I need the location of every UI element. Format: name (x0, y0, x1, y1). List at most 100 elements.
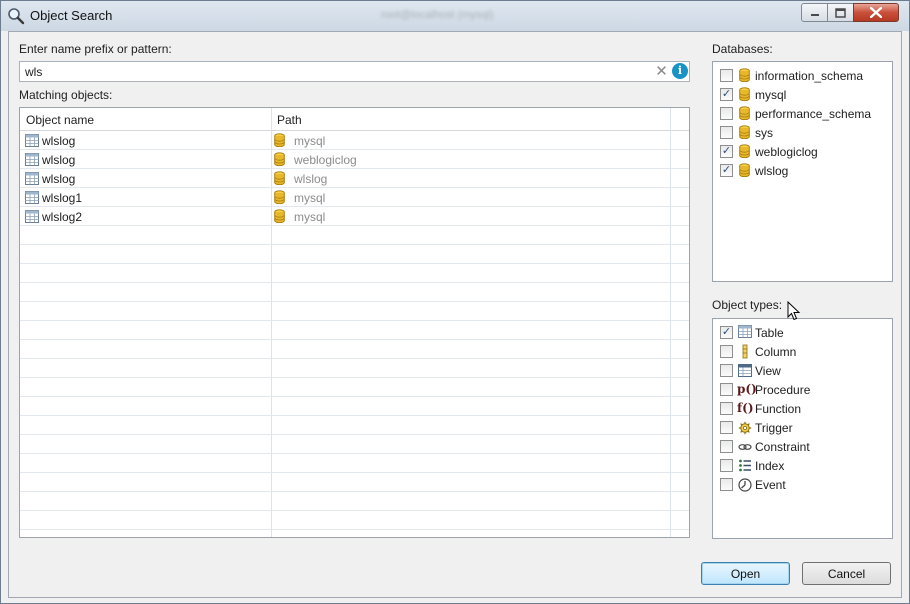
table-row (20, 416, 689, 435)
magnifier-icon (8, 8, 25, 25)
path-cell: weblogiclog (294, 153, 357, 167)
table-row[interactable]: wlslog2 mysql (20, 207, 689, 226)
database-icon (274, 171, 285, 185)
checkbox[interactable] (720, 345, 733, 358)
object-type-item-label: Table (755, 326, 784, 340)
table-row (20, 359, 689, 378)
object-type-item-trigger[interactable]: Trigger (713, 418, 892, 437)
table-row[interactable]: wlslog weblogiclog (20, 150, 689, 169)
database-icon (274, 133, 285, 147)
object-name-cell: wlslog (42, 172, 76, 186)
database-item-sys[interactable]: sys (713, 123, 892, 142)
database-item-information-schema[interactable]: information_schema (713, 66, 892, 85)
object-type-item-index[interactable]: Index (713, 456, 892, 475)
dialog-body: Enter name prefix or pattern: wls ✕ i Ma… (8, 31, 902, 598)
checkbox[interactable]: ✓ (720, 88, 733, 101)
object-type-item-label: Event (755, 478, 786, 492)
object-type-item-view[interactable]: View (713, 361, 892, 380)
object-type-item-label: Index (755, 459, 785, 473)
minimize-button[interactable] (801, 3, 828, 22)
results-table[interactable]: Object name Path wlslog mysql wlslog weblog… (19, 107, 690, 538)
table-row[interactable]: wlslog mysql (20, 131, 689, 150)
title-bar[interactable]: Object Search root@localhost (mysql) (1, 1, 909, 31)
databases-label: Databases: (712, 42, 773, 56)
table-icon (25, 210, 39, 223)
checkbox[interactable] (720, 440, 733, 453)
search-input[interactable]: wls ✕ i (19, 61, 690, 82)
column-icon (742, 344, 748, 359)
database-icon (739, 68, 750, 82)
window-title: Object Search (30, 8, 113, 23)
database-item-mysql[interactable]: ✓ mysql (713, 85, 892, 104)
checkbox[interactable] (720, 478, 733, 491)
checkbox[interactable] (720, 402, 733, 415)
matching-objects-label: Matching objects: (19, 88, 113, 102)
object-types-list[interactable]: ✓ Table Column View p() Procedure f() Function T… (712, 318, 893, 539)
table-row[interactable]: wlslog wlslog (20, 169, 689, 188)
clear-search-icon[interactable]: ✕ (653, 63, 670, 80)
maximize-icon (835, 7, 846, 18)
maximize-button[interactable] (827, 3, 854, 22)
checkbox[interactable] (720, 69, 733, 82)
object-name-cell: wlslog (42, 153, 76, 167)
object-type-item-procedure[interactable]: p() Procedure (713, 380, 892, 399)
close-window-button[interactable] (853, 3, 899, 22)
object-type-item-column[interactable]: Column (713, 342, 892, 361)
column-header-object-name[interactable]: Object name (26, 113, 94, 127)
table-row (20, 245, 689, 264)
table-row (20, 492, 689, 511)
table-row (20, 454, 689, 473)
database-icon (739, 144, 750, 158)
checkbox[interactable] (720, 421, 733, 434)
object-type-item-constraint[interactable]: Constraint (713, 437, 892, 456)
database-item-label: wlslog (755, 164, 789, 178)
object-type-item-label: Procedure (755, 383, 811, 397)
table-row (20, 397, 689, 416)
checkbox[interactable] (720, 459, 733, 472)
info-icon[interactable]: i (672, 63, 688, 79)
table-row (20, 226, 689, 245)
database-item-label: mysql (755, 88, 787, 102)
checkbox[interactable] (720, 107, 733, 120)
database-icon (274, 190, 285, 204)
trigger-icon (738, 421, 752, 435)
table-icon (738, 325, 752, 338)
table-row (20, 283, 689, 302)
path-cell: mysql (294, 191, 326, 205)
object-name-cell: wlslog1 (42, 191, 83, 205)
object-types-label: Object types: (712, 298, 783, 312)
checkbox[interactable]: ✓ (720, 326, 733, 339)
table-icon (25, 191, 39, 204)
databases-list[interactable]: information_schema ✓ mysql performance_sche… (712, 61, 893, 282)
object-type-item-table[interactable]: ✓ Table (713, 323, 892, 342)
object-type-item-function[interactable]: f() Function (713, 399, 892, 418)
database-item-weblogiclog[interactable]: ✓ weblogiclog (713, 142, 892, 161)
checkbox[interactable]: ✓ (720, 145, 733, 158)
checkbox[interactable] (720, 364, 733, 377)
table-icon (25, 134, 39, 147)
object-type-item-label: View (755, 364, 781, 378)
object-name-cell: wlslog (42, 134, 76, 148)
path-cell: mysql (294, 210, 326, 224)
column-header-path[interactable]: Path (277, 113, 302, 127)
path-cell: mysql (294, 134, 326, 148)
mouse-cursor-icon (787, 301, 801, 321)
database-icon (739, 106, 750, 120)
function-icon: f() (737, 401, 754, 415)
database-icon (274, 152, 285, 166)
object-type-item-event[interactable]: Event (713, 475, 892, 494)
checkbox[interactable] (720, 383, 733, 396)
object-type-item-label: Function (755, 402, 802, 416)
background-window-title: root@localhost (mysql) (381, 9, 494, 21)
database-item-performance-schema[interactable]: performance_schema (713, 104, 892, 123)
open-button[interactable]: Open (701, 562, 790, 585)
database-item-wlslog[interactable]: ✓ wlslog (713, 161, 892, 180)
checkbox[interactable]: ✓ (720, 164, 733, 177)
object-name-cell: wlslog2 (42, 210, 83, 224)
cancel-button[interactable]: Cancel (802, 562, 891, 585)
path-cell: wlslog (294, 172, 328, 186)
close-icon (870, 7, 882, 18)
index-icon (739, 459, 751, 472)
table-row[interactable]: wlslog1 mysql (20, 188, 689, 207)
checkbox[interactable] (720, 126, 733, 139)
